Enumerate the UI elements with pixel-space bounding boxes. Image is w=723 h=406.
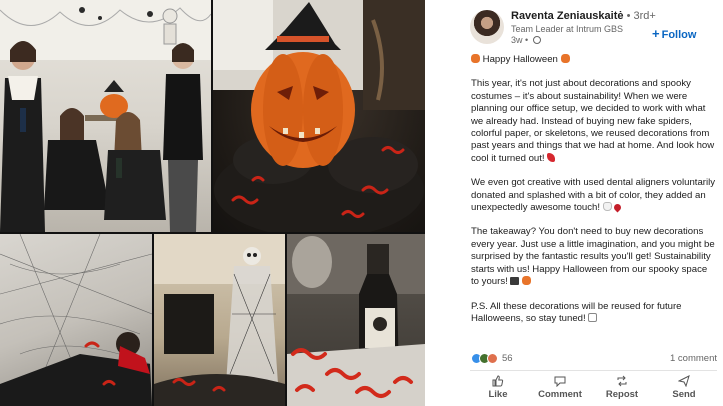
blood-drop-emoji-icon xyxy=(612,202,623,213)
comment-button[interactable]: Comment xyxy=(532,373,588,405)
paragraph-2-text: We even got creative with used dental al… xyxy=(471,177,716,214)
thumbs-up-icon xyxy=(492,375,504,387)
comment-count[interactable]: 1 comment xyxy=(670,353,717,364)
pumpkin-emoji-icon xyxy=(471,54,480,63)
post-text: Happy Halloween This year, it's not just… xyxy=(471,54,716,337)
post-panel: Raventa Zeniauskaitė • 3rd+ Team Leader … xyxy=(460,0,723,406)
check-box-emoji-icon xyxy=(588,312,598,322)
pumpkin-emoji-icon xyxy=(560,54,570,63)
reaction-icons[interactable] xyxy=(471,353,501,365)
author-name-line[interactable]: Raventa Zeniauskaitė • 3rd+ xyxy=(511,10,656,22)
post-paragraph-2: We even got creative with used dental al… xyxy=(471,177,716,214)
author-avatar[interactable] xyxy=(470,10,504,44)
send-button[interactable]: Send xyxy=(656,373,712,405)
comment-label: Comment xyxy=(538,389,582,400)
collage-photo-cobweb[interactable] xyxy=(0,234,152,406)
plus-icon: + xyxy=(652,26,660,41)
bottle-photo-illustration xyxy=(287,234,425,406)
top-hat-emoji-icon xyxy=(510,277,520,286)
follow-button[interactable]: + Follow xyxy=(652,26,696,41)
post-paragraph-3: The takeaway? You don't need to buy new … xyxy=(471,226,716,288)
post-header: Raventa Zeniauskaitė • 3rd+ Team Leader … xyxy=(470,8,720,48)
post-timestamp: 3w • xyxy=(511,35,541,45)
skeleton-photo-illustration xyxy=(154,234,285,406)
pumpkin-emoji-icon xyxy=(522,276,532,286)
collage-photo-bottle[interactable] xyxy=(287,234,425,406)
love-reaction-icon xyxy=(487,353,498,364)
pumpkin-photo-illustration xyxy=(213,0,425,232)
actions-divider xyxy=(470,370,717,371)
paragraph-3-text: The takeaway? You don't need to buy new … xyxy=(471,226,715,288)
team-photo-illustration xyxy=(0,0,211,232)
reaction-count[interactable]: 56 xyxy=(502,353,513,364)
repost-label: Repost xyxy=(605,389,639,400)
post-paragraph-4: P.S. All these decorations will be reuse… xyxy=(471,301,716,326)
cobweb-photo-illustration xyxy=(0,234,152,406)
repost-icon xyxy=(617,375,627,387)
author-headline: Team Leader at Intrum GBS xyxy=(511,24,624,34)
globe-icon xyxy=(532,36,541,44)
tooth-emoji-icon xyxy=(602,202,612,212)
like-label: Like xyxy=(488,389,508,400)
post-actions: Like Comment Repost Send xyxy=(470,373,717,405)
author-name[interactable]: Raventa Zeniauskaitė xyxy=(511,10,624,22)
collage-photo-skeleton[interactable] xyxy=(154,234,285,406)
follow-label: Follow xyxy=(661,29,697,41)
collage-photo-pumpkin[interactable] xyxy=(213,0,425,232)
post-age: 3w • xyxy=(511,35,529,45)
collage-photo-team[interactable] xyxy=(0,0,211,232)
comment-icon xyxy=(554,376,566,387)
repost-button[interactable]: Repost xyxy=(594,373,650,405)
post-image-collage[interactable] xyxy=(0,0,425,406)
greeting-text: Happy Halloween xyxy=(482,54,558,65)
post-greeting: Happy Halloween xyxy=(471,54,716,66)
send-icon xyxy=(678,375,690,387)
content-gutter xyxy=(425,0,460,406)
connection-degree: • 3rd+ xyxy=(626,10,656,22)
post-paragraph-1: This year, it's not just about decoratio… xyxy=(471,78,716,165)
like-button[interactable]: Like xyxy=(470,373,526,405)
send-label: Send xyxy=(672,389,696,400)
paragraph-4-text: P.S. All these decorations will be reuse… xyxy=(471,300,682,324)
paragraph-1-text: This year, it's not just about decoratio… xyxy=(471,78,715,164)
reactions-bar: 56 1 comment xyxy=(471,352,717,366)
lipstick-emoji-icon xyxy=(547,152,556,162)
